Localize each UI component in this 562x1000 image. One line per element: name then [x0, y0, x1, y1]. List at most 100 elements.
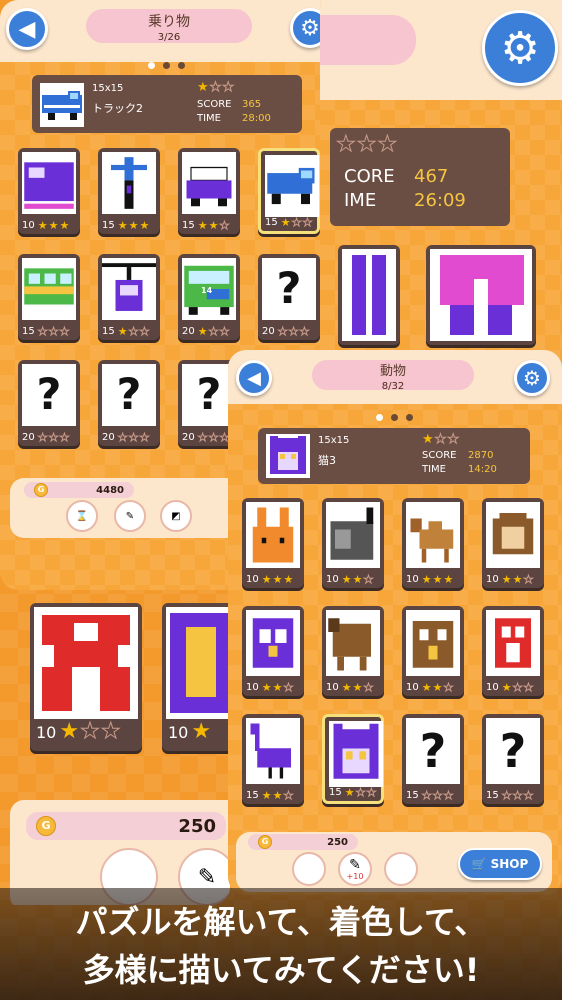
card-size: 10 [246, 682, 259, 693]
puzzle-card-rabbit[interactable]: 10 ★ ★ ★ [242, 498, 304, 588]
pencil-item-button[interactable]: ✎ [114, 500, 146, 532]
cow-pixel-icon [490, 510, 536, 555]
card-stars: ★ ★ ★ [421, 681, 454, 694]
pixel-art-icon [42, 615, 130, 711]
puzzle-card-rhino[interactable]: 10 ★ ★ ★ [322, 498, 384, 588]
puzzle-card-unknown[interactable]: ? 20 ★ ★ ★ [258, 254, 320, 340]
front-bottom-bar: G 250 ✎ +10 🛒 SHOP [236, 832, 552, 892]
settings-button[interactable]: ⚙ [514, 360, 550, 396]
card-size: 10 [326, 682, 339, 693]
selected-size: 15x15 [318, 435, 350, 446]
puzzle-card-camel[interactable]: 10 ★ ★ ★ [402, 498, 464, 588]
zoom-card-2[interactable]: 10 ★ [162, 603, 230, 751]
puzzle-card-car[interactable]: 15 ★ ★ ★ [178, 148, 240, 234]
cart-icon: 🛒 [471, 857, 487, 871]
category-title: 乗り物 [148, 14, 190, 30]
card-stars: ★ ★ ★ [37, 431, 70, 444]
rhino-pixel-icon [330, 507, 374, 560]
pixel-art-icon [170, 613, 230, 713]
unknown-puzzle-icon: ? [22, 364, 76, 426]
puzzle-card-tram[interactable]: 15 ★ ★ ★ [18, 254, 80, 340]
puzzle-card-unknown[interactable]: ? 15 ★ ★ ★ [482, 714, 544, 804]
pixel-art-icon [352, 255, 386, 335]
caption-line-1: パズルを解いて、着色して、 [75, 903, 487, 941]
item-slot-1[interactable] [292, 852, 326, 886]
palette-item-button[interactable]: ◩ [160, 500, 192, 532]
train-purple-pixel-icon [24, 162, 74, 209]
gold-amount: 4480 [96, 484, 124, 496]
score-value: 2870 [468, 450, 494, 461]
selected-puzzle-info: 15x15 トラック2 ★ ★ ★ SCORE 365 TIME 28:00 [32, 75, 302, 133]
item-slot-3[interactable] [384, 852, 418, 886]
pencil-item-button[interactable]: ✎ +10 [338, 852, 372, 886]
puzzle-card-bird[interactable]: 10 ★ ★ ★ [482, 606, 544, 696]
eagle-pixel-icon [412, 621, 454, 668]
arrow-left-icon: ◀ [247, 367, 261, 389]
hourglass-item-button[interactable]: ⌛ [66, 500, 98, 532]
card-size: 15 [406, 790, 419, 801]
card-stars: ★ ★ ★ [344, 786, 377, 799]
puzzle-card-ropeway[interactable]: 15 ★ ★ ★ [98, 254, 160, 340]
page-dots [376, 414, 413, 421]
card-size: 20 [262, 326, 275, 337]
card-size: 15 [265, 217, 278, 228]
pixel-art-icon [440, 255, 524, 335]
zoom-card-size-2: 10 [168, 722, 189, 742]
card-stars: ★ ★ ★ [117, 219, 150, 232]
puzzle-card-train-purple[interactable]: 10 ★ ★ ★ [18, 148, 80, 234]
bird-pixel-icon [495, 618, 531, 668]
mid-score: 467 [414, 166, 449, 187]
card-size: 20 [182, 326, 195, 337]
puzzle-card-cow[interactable]: 10 ★ ★ ★ [482, 498, 544, 588]
pencil-item-badge: +10 [346, 871, 364, 881]
puzzle-card-bike[interactable]: 15 ★ ★ ★ [98, 148, 160, 234]
back-button[interactable]: ◀ [6, 8, 48, 50]
puzzle-card-bus[interactable]: 20 ★ ★ ★ 14 [178, 254, 240, 340]
mid-settings-button[interactable]: ⚙ [482, 10, 558, 86]
card-stars: ★ ★ ★ [117, 325, 150, 338]
mid-card-2[interactable] [426, 245, 536, 345]
shop-button[interactable]: 🛒 SHOP [458, 848, 542, 880]
puzzle-card-cat[interactable]: 15 ★ ★ ★ [322, 714, 384, 804]
puzzle-card-ostrich[interactable]: 15 ★ ★ ★ [242, 714, 304, 804]
card-size: 10 [486, 682, 499, 693]
puzzle-card-unknown[interactable]: ? 20 ★ ★ ★ [98, 360, 160, 446]
mid-info: ★ ★ ★ CORE 467 IME 26:09 [330, 128, 510, 226]
card-stars: ★ ★ ★ [197, 325, 230, 338]
pencil-icon: ✎ [197, 864, 217, 890]
dog-pixel-icon [328, 618, 371, 671]
card-size: 15 [102, 326, 115, 337]
rabbit-pixel-icon [252, 507, 294, 563]
zoom-card-1[interactable]: 10 ★ ★ ★ [30, 603, 142, 751]
card-size: 15 [329, 787, 342, 798]
puzzle-card-unknown[interactable]: ? 20 ★ ★ ★ [18, 360, 80, 446]
unknown-puzzle-icon: ? [262, 258, 316, 320]
card-size: 10 [486, 574, 499, 585]
puzzle-card-eagle[interactable]: 10 ★ ★ ★ [402, 606, 464, 696]
shop-label: SHOP [490, 857, 529, 871]
unknown-puzzle-icon: ? [486, 718, 540, 784]
car-pixel-icon [186, 166, 232, 207]
card-size: 15 [246, 790, 259, 801]
card-size: 15 [22, 326, 35, 337]
palette-icon: ◩ [171, 510, 181, 522]
puzzle-card-dog[interactable]: 10 ★ ★ ★ [322, 606, 384, 696]
card-stars: ★ ★ ★ [197, 431, 230, 444]
back-button[interactable]: ◀ [236, 360, 272, 396]
tram-pixel-icon [24, 268, 74, 305]
card-size: 10 [326, 574, 339, 585]
mid-title-pill [320, 15, 416, 65]
card-stars: ★ ★ ★ [261, 681, 294, 694]
category-title: 動物 [379, 364, 406, 379]
mid-card-1[interactable] [338, 245, 400, 345]
score-value: 365 [242, 99, 262, 110]
zoom-gold-display: G 250 [26, 812, 226, 840]
time-label: TIME [197, 113, 222, 124]
puzzle-card-truck[interactable]: 15 ★ ★ ★ [258, 148, 320, 234]
arrow-left-icon: ◀ [18, 16, 36, 42]
card-stars: ★ ★ ★ [261, 789, 294, 802]
selected-size: 15x15 [92, 83, 124, 94]
puzzle-card-unknown[interactable]: ? 15 ★ ★ ★ [402, 714, 464, 804]
puzzle-card-owl[interactable]: 10 ★ ★ ★ [242, 606, 304, 696]
cat-pixel-icon [333, 723, 379, 779]
